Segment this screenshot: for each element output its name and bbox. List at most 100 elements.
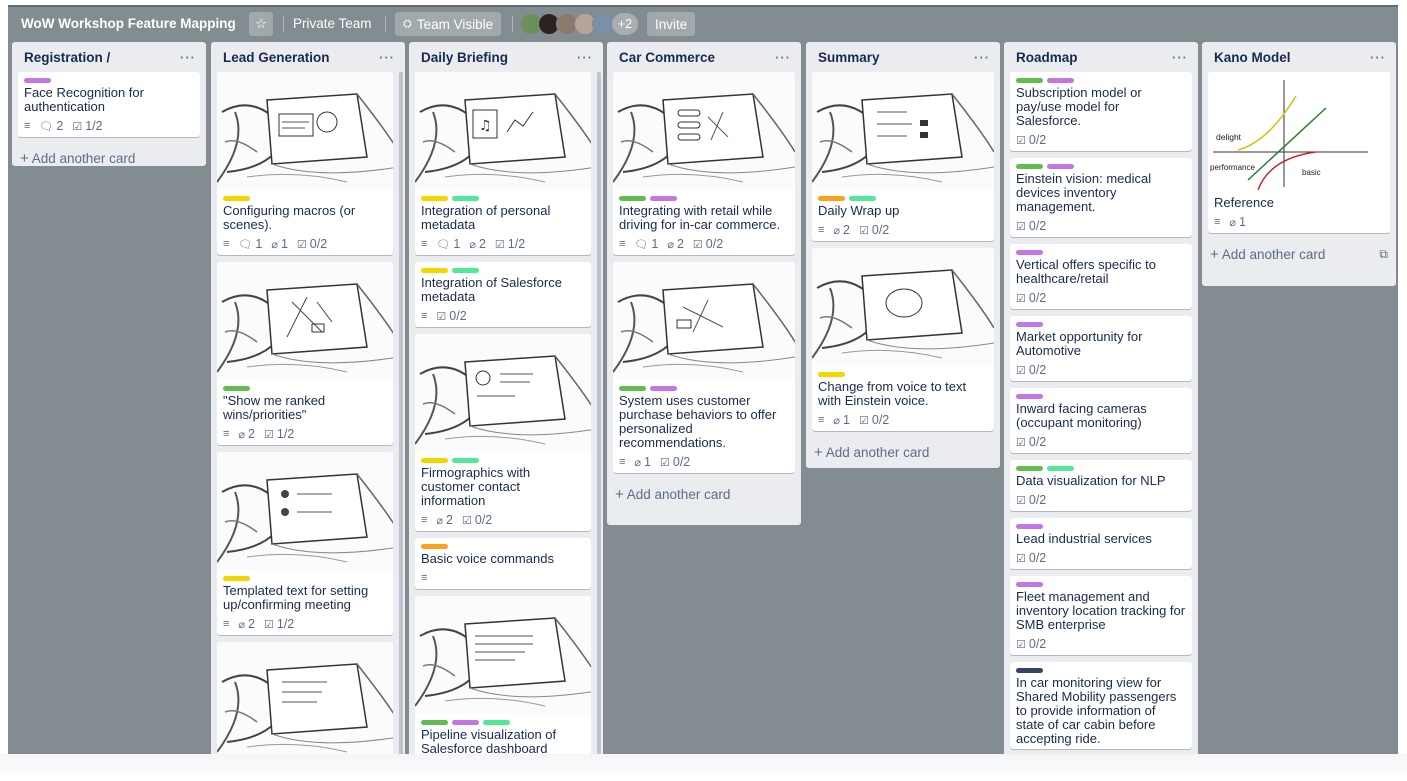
label-navy[interactable] — [1016, 668, 1043, 673]
list-scrollbar[interactable] — [399, 72, 403, 781]
card[interactable]: Data visualization for NLP ☑ 0/2 — [1010, 460, 1192, 511]
invite-button[interactable]: Invite — [647, 12, 696, 36]
card[interactable]: Face Recognition for authentication ≡ 🗨 2 ☑ 1… — [18, 72, 200, 137]
list-title[interactable]: Kano Model — [1214, 50, 1291, 65]
list-title[interactable]: Lead Generation — [223, 50, 330, 65]
card[interactable]: Subscription model or pay/use model for … — [1010, 72, 1192, 151]
card-labels — [223, 576, 387, 582]
list-menu-icon[interactable]: ··· — [775, 50, 791, 65]
card-badges: ☑ 0/2 — [1016, 434, 1186, 450]
list-menu-icon[interactable]: ··· — [577, 50, 593, 65]
card[interactable]: Inward facing cameras (occupant monitori… — [1010, 388, 1192, 453]
label-purple[interactable] — [1016, 322, 1043, 327]
card-badges: ☑ 0/2 — [1016, 492, 1186, 508]
card[interactable]: Vertical offers specific to healthcare/r… — [1010, 244, 1192, 309]
list-menu-icon[interactable]: ··· — [180, 50, 196, 65]
card[interactable]: Basic voice commands ≡ — [415, 538, 591, 589]
card[interactable]: Daily Wrap up ≡ ⌀ 2 ☑ 0/2 — [812, 72, 994, 241]
label-teal[interactable] — [849, 196, 876, 201]
card[interactable] — [217, 642, 393, 769]
card[interactable]: In car monitoring view for Shared Mobili… — [1010, 662, 1192, 749]
list-title[interactable]: Daily Briefing — [421, 50, 508, 65]
list-menu-icon[interactable]: ··· — [974, 50, 990, 65]
list-3: Car Commerce ··· Integrating with retail w… — [607, 42, 801, 525]
checklist-count: 0/2 — [1028, 637, 1047, 651]
list-scrollbar[interactable] — [597, 72, 601, 781]
label-green[interactable] — [421, 720, 448, 725]
label-yellow[interactable] — [421, 458, 448, 463]
label-purple[interactable] — [1047, 164, 1074, 169]
card[interactable]: delight performance basic Reference ≡ ⌀ 1 — [1208, 72, 1390, 233]
list-menu-icon[interactable]: ··· — [1370, 50, 1386, 65]
checklist-count: 0/2 — [1028, 219, 1047, 233]
more-members-badge[interactable]: +2 — [612, 13, 638, 35]
label-green[interactable] — [619, 196, 646, 201]
card-labels — [24, 78, 194, 84]
label-purple[interactable] — [650, 196, 677, 201]
label-teal[interactable] — [452, 196, 479, 201]
attachment-icon: ⌀ — [667, 238, 674, 251]
checklist-icon: ☑ — [1016, 494, 1026, 507]
kano-performance-label: performance — [1210, 163, 1255, 172]
label-green[interactable] — [223, 386, 250, 391]
list-title[interactable]: Roadmap — [1016, 50, 1078, 65]
card[interactable]: Configuring macros (or scenes). ≡ 🗨 1 ⌀ 1 ☑ 0/2 — [217, 72, 393, 255]
card-template-icon[interactable]: ⧉ — [1379, 247, 1388, 262]
checklist-badge: ☑ 0/2 — [1016, 493, 1046, 507]
card[interactable]: Einstein vision: medical devices invento… — [1010, 158, 1192, 237]
label-orange[interactable] — [421, 544, 448, 549]
label-green[interactable] — [1016, 78, 1043, 83]
label-purple[interactable] — [1016, 394, 1043, 399]
team-button[interactable]: Private Team — [293, 16, 372, 31]
label-green[interactable] — [1016, 164, 1043, 169]
list-title[interactable]: Car Commerce — [619, 50, 715, 65]
label-purple[interactable] — [1047, 78, 1074, 83]
card[interactable]: Integration of Salesforce metadata ≡ ☑ 0/2 — [415, 262, 591, 327]
card[interactable]: Templated text for setting up/confirming… — [217, 452, 393, 635]
label-teal[interactable] — [483, 720, 510, 725]
label-purple[interactable] — [452, 720, 479, 725]
card[interactable]: Pipeline visualization of Salesforce das… — [415, 596, 591, 759]
list-menu-icon[interactable]: ··· — [379, 50, 395, 65]
list-menu-icon[interactable]: ··· — [1172, 50, 1188, 65]
list-title[interactable]: Summary — [818, 50, 880, 65]
label-yellow[interactable] — [223, 576, 250, 581]
label-orange[interactable] — [818, 196, 845, 201]
add-card-button[interactable]: + Add another card — [607, 480, 801, 511]
label-purple[interactable] — [1016, 582, 1043, 587]
label-yellow[interactable] — [421, 196, 448, 201]
list-title[interactable]: Registration / — [24, 50, 110, 65]
add-card-button[interactable]: + Add another card ⧉ — [1202, 240, 1396, 271]
add-card-button[interactable]: + Add another card — [12, 144, 206, 166]
card[interactable]: Lead industrial services ☑ 0/2 — [1010, 518, 1192, 569]
label-teal[interactable] — [1047, 466, 1074, 471]
card[interactable]: Market opportunity for Automotive ☑ 0/2 — [1010, 316, 1192, 381]
label-yellow[interactable] — [223, 196, 250, 201]
label-green[interactable] — [619, 386, 646, 391]
description-badge: ≡ — [223, 618, 229, 630]
label-purple[interactable] — [650, 386, 677, 391]
label-purple[interactable] — [1016, 250, 1043, 255]
visibility-button[interactable]: ⛭ Team Visible — [395, 12, 502, 36]
board-title[interactable]: WoW Workshop Feature Mapping — [21, 16, 236, 31]
avatar[interactable] — [592, 13, 614, 35]
card[interactable]: Firmographics with customer contact info… — [415, 334, 591, 531]
card[interactable]: ♫ Integration of personal metadata ≡ 🗨 1 ⌀ 2 ☑ 1… — [415, 72, 591, 255]
label-green[interactable] — [1016, 466, 1043, 471]
card[interactable]: Change from voice to text with Einstein … — [812, 248, 994, 431]
star-button[interactable]: ☆ — [249, 12, 273, 36]
card-list: ♫ Integration of personal metadata ≡ 🗨 1 ⌀ 2 ☑ 1… — [409, 72, 603, 759]
card[interactable]: "Show me ranked wins/priorities" ≡ ⌀ 2 ☑ 1/2 — [217, 262, 393, 445]
card[interactable]: System uses customer purchase behaviors … — [613, 262, 795, 473]
label-yellow[interactable] — [818, 372, 845, 377]
card[interactable]: Fleet management and inventory location … — [1010, 576, 1192, 655]
team-icon: ⛭ — [403, 17, 412, 30]
label-yellow[interactable] — [421, 268, 448, 273]
card[interactable]: Integrating with retail while driving fo… — [613, 72, 795, 255]
description-icon: ≡ — [223, 428, 230, 440]
label-purple[interactable] — [1016, 524, 1043, 529]
label-teal[interactable] — [452, 268, 479, 273]
add-card-button[interactable]: + Add another card — [806, 438, 1000, 468]
label-purple[interactable] — [24, 78, 51, 83]
label-teal[interactable] — [452, 458, 479, 463]
